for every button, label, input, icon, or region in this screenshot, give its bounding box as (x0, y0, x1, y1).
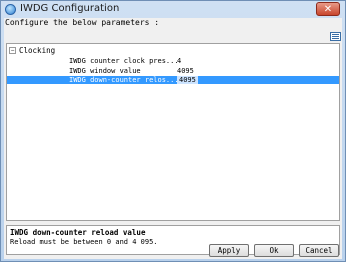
window-title: IWDG Configuration (20, 3, 120, 14)
param-name: IWDG counter clock pres... (69, 57, 179, 65)
param-value[interactable]: 4095 (177, 67, 194, 75)
header-instruction: Configure the below parameters : (5, 18, 160, 27)
app-icon (5, 4, 16, 15)
description-toggle-icon[interactable] (330, 32, 341, 41)
param-row-window[interactable]: IWDG window value 4095 (7, 67, 339, 75)
ok-button[interactable]: Ok (254, 244, 294, 257)
title-bar[interactable]: IWDG Configuration ✕ (1, 1, 345, 18)
param-name: IWDG down-counter relos... (69, 76, 179, 84)
param-value[interactable]: 4 (177, 57, 181, 65)
collapse-icon[interactable]: − (9, 47, 16, 54)
cancel-button[interactable]: Cancel (299, 244, 339, 257)
description-title: IWDG down-counter reload value (10, 228, 146, 237)
description-body: Reload must be between 0 and 4 095. (10, 238, 158, 246)
param-row-prescaler[interactable]: IWDG counter clock pres... 4 (7, 57, 339, 65)
dialog-body: Configure the below parameters : − Clock… (4, 18, 342, 259)
group-label: Clocking (19, 46, 56, 55)
dialog-window: IWDG Configuration ✕ Configure the below… (0, 0, 346, 262)
param-value-field[interactable]: 4095 (177, 76, 198, 84)
param-row-reload[interactable]: IWDG down-counter relos... 4095 (7, 76, 339, 84)
close-button[interactable]: ✕ (316, 2, 340, 16)
apply-button[interactable]: Apply (209, 244, 249, 257)
param-name: IWDG window value (69, 67, 141, 75)
parameter-tree: − Clocking IWDG counter clock pres... 4 … (6, 43, 340, 221)
